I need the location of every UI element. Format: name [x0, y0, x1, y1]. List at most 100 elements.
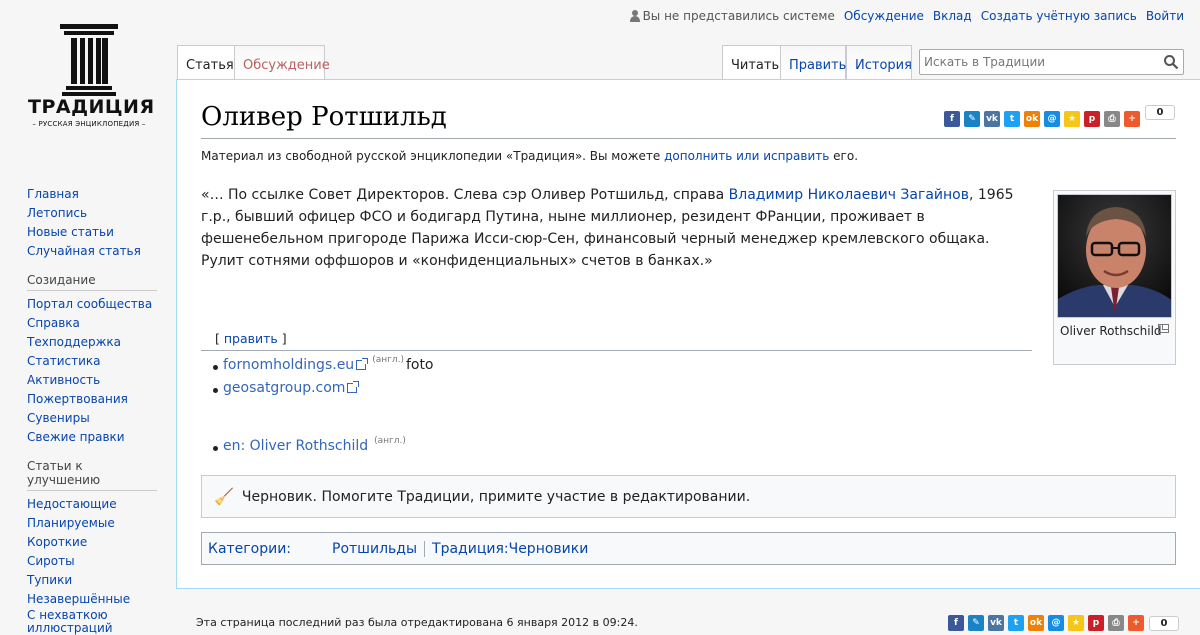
favorites-share-icon[interactable]: ★	[1068, 615, 1084, 631]
site-sub-text: Материал из свободной русской энциклопед…	[201, 149, 665, 163]
interwiki-link[interactable]: en: Oliver Rothschild	[223, 438, 368, 454]
category-rothschilds[interactable]: Ротшильды	[332, 541, 417, 557]
nav-main[interactable]: Главная	[27, 187, 79, 201]
improve-link[interactable]: дополнить или исправить	[664, 149, 829, 163]
mailru-share-icon[interactable]: @	[1048, 615, 1064, 631]
share-counter: 0	[1149, 615, 1179, 631]
bullet	[213, 365, 218, 370]
nav-orphans[interactable]: Сироты	[27, 554, 75, 568]
portrait-photo	[1058, 195, 1171, 317]
nav-new-articles[interactable]: Новые статьи	[27, 225, 114, 239]
nav-community-portal[interactable]: Портал сообщества	[27, 297, 152, 311]
zagaynov-link[interactable]: Владимир Николаевич Загайнов	[729, 187, 969, 203]
not-logged-in-text: Вы не представились системе	[642, 9, 835, 23]
livejournal-share-icon[interactable]: ✎	[964, 111, 980, 127]
edit-section: [ править ]	[215, 331, 287, 346]
nav-short[interactable]: Короткие	[27, 535, 87, 549]
print-share-icon[interactable]: ⎙	[1108, 615, 1124, 631]
improve-portal: Недостающие Планируемые Короткие Сироты …	[27, 495, 157, 635]
tab-read[interactable]: Читать	[722, 45, 780, 80]
nav-donations[interactable]: Пожертвования	[27, 392, 128, 406]
favorites-share-icon[interactable]: ★	[1064, 111, 1080, 127]
nav-planned[interactable]: Планируемые	[27, 516, 115, 530]
contributions-link[interactable]: Вклад	[933, 9, 972, 23]
user-talk-link[interactable]: Обсуждение	[844, 9, 924, 23]
external-link[interactable]: fornomholdings.eu	[223, 357, 354, 373]
tab-talk[interactable]: Обсуждение	[234, 45, 330, 80]
facebook-share-icon[interactable]: f	[944, 111, 960, 127]
lead-paragraph: «… По ссылке Совет Директоров. Слева сэр…	[201, 184, 1031, 272]
caption-text: Oliver Rothschild	[1060, 324, 1162, 338]
search-icon[interactable]	[1163, 54, 1179, 70]
bullet	[213, 388, 218, 393]
category-drafts[interactable]: Традиция:Черновики	[432, 541, 588, 557]
login-link[interactable]: Войти	[1146, 9, 1184, 23]
twitter-share-icon[interactable]: t	[1004, 111, 1020, 127]
nav-statistics[interactable]: Статистика	[27, 354, 101, 368]
sidebar: Главная Летопись Новые статьи Случайная …	[27, 185, 157, 635]
print-share-icon[interactable]: ⎙	[1104, 111, 1120, 127]
draft-text: Черновик. Помогите Традиции, примите уча…	[241, 488, 751, 505]
categories-label[interactable]: Категории:	[208, 541, 291, 557]
bullet	[213, 446, 218, 451]
creation-portal: Портал сообщества Справка Техподдержка С…	[27, 295, 157, 447]
tab-edit[interactable]: Править	[780, 45, 846, 80]
nav-unfinished[interactable]: Незавершённые	[27, 592, 130, 606]
lang-marker: (англ.)	[372, 355, 404, 365]
pinterest-share-icon[interactable]: p	[1088, 615, 1104, 631]
mailru-share-icon[interactable]: @	[1044, 111, 1060, 127]
nav-support[interactable]: Техподдержка	[27, 335, 121, 349]
draft-notice: 🧹 Черновик. Помогите Традиции, примите у…	[201, 475, 1176, 518]
external-link[interactable]: geosatgroup.com	[223, 380, 345, 396]
nav-deadends[interactable]: Тупики	[27, 573, 72, 587]
nav-help[interactable]: Справка	[27, 316, 80, 330]
nav-no-illustrations[interactable]: С нехваткою иллюстраций	[27, 608, 113, 635]
odnoklassniki-share-icon[interactable]: ok	[1028, 615, 1044, 631]
tab-history[interactable]: История	[846, 45, 912, 80]
content-area: Оливер Ротшильд f ✎ vk t ok @ ★ p ⎙ +0 Материал и…	[176, 79, 1200, 589]
more-share-icon[interactable]: +	[1124, 111, 1140, 127]
page-title: Оливер Ротшильд	[201, 102, 447, 132]
broom-icon: 🧹	[214, 487, 234, 506]
share-bar-bottom: f ✎ vk t ok @ ★ p ⎙ +0	[948, 615, 1179, 631]
create-account-link[interactable]: Создать учётную запись	[981, 9, 1137, 23]
search-input[interactable]	[920, 50, 1150, 74]
list-item: fornomholdings.eu (англ.) foto	[213, 355, 434, 373]
footer-last-modified: Эта страница последний раз была отредакт…	[196, 616, 638, 629]
creation-heading: Созидание	[27, 273, 157, 291]
external-link-icon	[347, 381, 360, 393]
share-bar: f ✎ vk t ok @ ★ p ⎙ +0	[944, 104, 1175, 127]
edit-section-link[interactable]: править	[224, 331, 278, 346]
vkontakte-share-icon[interactable]: vk	[988, 615, 1004, 631]
column-logo-icon	[60, 24, 118, 96]
section-divider	[201, 350, 1032, 351]
external-link-icon	[356, 358, 369, 370]
nav-chronicle[interactable]: Летопись	[27, 206, 87, 220]
nav-portal: Главная Летопись Новые статьи Случайная …	[27, 185, 157, 261]
facebook-share-icon[interactable]: f	[948, 615, 964, 631]
nav-random[interactable]: Случайная статья	[27, 244, 141, 258]
enlarge-icon[interactable]	[1158, 324, 1169, 333]
nav-missing[interactable]: Недостающие	[27, 497, 117, 511]
odnoklassniki-share-icon[interactable]: ok	[1024, 111, 1040, 127]
list-item: geosatgroup.com	[213, 380, 360, 396]
link-note: foto	[405, 357, 434, 373]
livejournal-share-icon[interactable]: ✎	[968, 615, 984, 631]
image-caption: Oliver Rothschild	[1057, 318, 1172, 340]
portrait-image[interactable]	[1057, 194, 1172, 318]
more-share-icon[interactable]: +	[1128, 615, 1144, 631]
lang-marker: (англ.)	[374, 436, 406, 446]
site-sub-text-end: его.	[829, 149, 859, 163]
site-logo[interactable]: ТРАДИЦИЯ – РУССКАЯ ЭНЦИКЛОПЕДИЯ –	[28, 20, 154, 128]
tab-article[interactable]: Статья	[177, 45, 234, 80]
user-icon	[629, 10, 640, 22]
nav-activity[interactable]: Активность	[27, 373, 100, 387]
pinterest-share-icon[interactable]: p	[1084, 111, 1100, 127]
twitter-share-icon[interactable]: t	[1008, 615, 1024, 631]
vkontakte-share-icon[interactable]: vk	[984, 111, 1000, 127]
lead-text: «… По ссылке Совет Директоров. Слева сэр…	[201, 187, 729, 203]
title-divider	[201, 138, 1176, 139]
site-subtitle: Материал из свободной русской энциклопед…	[201, 149, 858, 163]
nav-recent-changes[interactable]: Свежие правки	[27, 430, 125, 444]
nav-souvenirs[interactable]: Сувениры	[27, 411, 90, 425]
